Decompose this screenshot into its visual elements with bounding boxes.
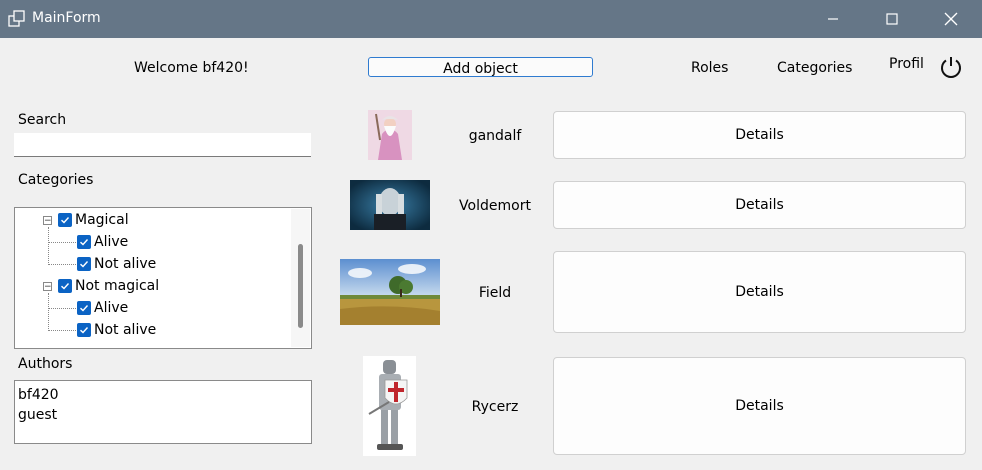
details-button[interactable]: Details: [553, 181, 966, 229]
tree-node-not-magical[interactable]: Not magical: [58, 276, 159, 296]
tree-node-label: Alive: [94, 234, 129, 250]
object-name: Voldemort: [459, 198, 531, 214]
object-name: gandalf: [468, 128, 522, 144]
object-name: Rycerz: [471, 399, 519, 415]
tree-node-label: Not alive: [94, 322, 157, 338]
object-thumbnail-gandalf: [368, 110, 412, 160]
tree-node-not-magical-alive[interactable]: Alive: [77, 298, 128, 318]
roles-link[interactable]: Roles: [691, 60, 728, 76]
checkbox-checked-icon[interactable]: [58, 279, 72, 293]
list-item[interactable]: guest: [18, 405, 308, 425]
collapse-not-magical-icon[interactable]: −: [43, 282, 52, 292]
tree-node-magical[interactable]: Magical: [58, 210, 129, 230]
categories-label: Categories: [18, 172, 94, 188]
object-thumbnail-voldemort: [350, 180, 430, 230]
collapse-magical-icon[interactable]: −: [43, 216, 52, 226]
checkbox-checked-icon[interactable]: [77, 235, 91, 249]
list-item[interactable]: bf420: [18, 385, 308, 405]
categories-tree[interactable]: − Magical Alive Not alive − Not magical …: [14, 207, 312, 349]
authors-list[interactable]: bf420 guest: [14, 380, 312, 444]
tree-node-not-magical-not-alive[interactable]: Not alive: [77, 320, 156, 340]
authors-label: Authors: [18, 356, 73, 372]
minimize-button[interactable]: [810, 0, 856, 38]
object-thumbnail-field: [340, 259, 440, 325]
tree-node-label: Alive: [94, 300, 129, 316]
checkbox-checked-icon[interactable]: [58, 213, 72, 227]
close-button[interactable]: [928, 0, 974, 38]
search-label: Search: [18, 112, 67, 128]
object-thumbnail-rycerz: [363, 356, 416, 456]
tree-node-magical-alive[interactable]: Alive: [77, 232, 128, 252]
details-button[interactable]: Details: [553, 251, 966, 333]
welcome-label: Welcome bf420!: [134, 60, 249, 76]
categories-link[interactable]: Categories: [777, 60, 852, 76]
search-input[interactable]: [14, 133, 311, 157]
window-title: MainForm: [32, 10, 101, 26]
object-name: Field: [478, 285, 512, 301]
checkbox-checked-icon[interactable]: [77, 323, 91, 337]
tree-scrollbar-thumb[interactable]: [298, 244, 303, 328]
profil-link[interactable]: Profil: [889, 56, 924, 72]
checkbox-checked-icon[interactable]: [77, 257, 91, 271]
checkbox-checked-icon[interactable]: [77, 301, 91, 315]
tree-node-label: Magical: [75, 212, 129, 228]
power-icon[interactable]: [939, 55, 963, 79]
tree-node-magical-not-alive[interactable]: Not alive: [77, 254, 156, 274]
maximize-button[interactable]: [869, 0, 915, 38]
details-button[interactable]: Details: [553, 111, 966, 159]
tree-node-label: Not magical: [75, 278, 160, 294]
app-window-icon: [8, 10, 26, 28]
details-button[interactable]: Details: [553, 357, 966, 455]
add-object-button[interactable]: Add object: [368, 57, 593, 77]
tree-node-label: Not alive: [94, 256, 157, 272]
title-bar: MainForm: [0, 0, 982, 38]
